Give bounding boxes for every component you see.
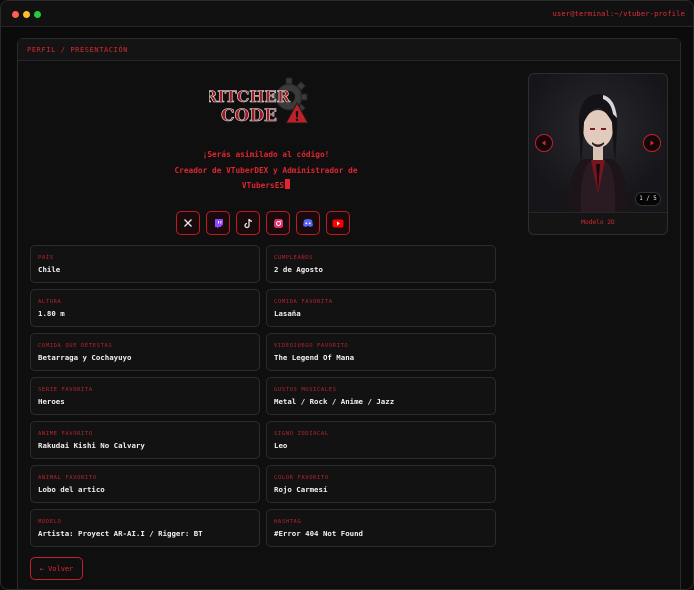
- info-card-favorite-food: COMIDA FAVORITA Lasaña: [266, 289, 496, 327]
- discord-icon: [303, 219, 313, 228]
- logo-warning-mark: !: [294, 110, 300, 125]
- info-card-height: ALTURA 1.80 m: [30, 289, 260, 327]
- card-label: HASHTAG: [274, 519, 302, 525]
- card-label: ALTURA: [38, 299, 62, 305]
- card-label: ANIME FAVORITO: [38, 431, 93, 437]
- tiktok-icon: [243, 218, 252, 228]
- instagram-icon: [273, 218, 283, 228]
- twitch-icon: [214, 218, 223, 228]
- info-card-model: MODELO Artista: Proyect AR-AI.I / Rigger…: [30, 509, 260, 547]
- card-value: Metal / Rock / Anime / Jazz: [274, 397, 395, 406]
- card-label: SIGNO ZODIACAL: [274, 431, 329, 437]
- card-label: GUSTOS MUSICALES: [274, 387, 337, 393]
- card-value: Lobo del artico: [38, 485, 105, 494]
- info-card-zodiac-sign: SIGNO ZODIACAL Leo: [266, 421, 496, 459]
- profile-tagline: ¡Serás asimilado al código! Creador de V…: [151, 147, 381, 194]
- model-counter-badge: 1 / 5: [635, 192, 661, 206]
- card-label: PAÍS: [38, 255, 54, 261]
- instagram-link-button[interactable]: [266, 211, 290, 235]
- card-label: VIDEOJUEGO FAVORITO: [274, 343, 349, 349]
- model-caption: Modelo 2D: [581, 219, 615, 226]
- title-bar: user@terminal:~/vtuber-profile: [1, 1, 693, 27]
- tagline-line-3: VTubersES: [151, 178, 381, 194]
- text-cursor: [285, 179, 291, 189]
- chevron-right-icon: [650, 140, 654, 146]
- ritcher-code-logo: RITCHER CODE !: [209, 77, 309, 126]
- panel-title: PERFIL / PRESENTACIÓN: [27, 46, 129, 54]
- card-label: MODELO: [38, 519, 62, 525]
- back-button[interactable]: ← Volver: [30, 557, 83, 580]
- card-label: COMIDA QUE DETESTAS: [38, 343, 113, 349]
- model-image: 1 / 5: [529, 74, 667, 213]
- close-window-dot[interactable]: [12, 11, 19, 18]
- card-value: Betarraga y Cochayuyo: [38, 353, 132, 362]
- info-card-birthday: CUMPLEAÑOS 2 de Agosto: [266, 245, 496, 283]
- twitch-link-button[interactable]: [206, 211, 230, 235]
- card-value: 1.80 m: [38, 309, 65, 318]
- card-value: Rakudai Kishi No Calvary: [38, 441, 145, 450]
- card-value: 2 de Agosto: [274, 265, 323, 274]
- logo-text-line1: RITCHER: [209, 87, 291, 106]
- youtube-icon: [332, 219, 344, 227]
- info-card-country: PAÍS Chile: [30, 245, 260, 283]
- info-card-favorite-game: VIDEOJUEGO FAVORITO The Legend Of Mana: [266, 333, 496, 371]
- card-value: The Legend Of Mana: [274, 353, 355, 362]
- card-label: COLOR FAVORITO: [274, 475, 329, 481]
- card-value: Heroes: [38, 397, 65, 406]
- card-label: CUMPLEAÑOS: [274, 255, 314, 261]
- discord-link-button[interactable]: [296, 211, 320, 235]
- panel-header: PERFIL / PRESENTACIÓN: [18, 39, 680, 61]
- minimize-window-dot[interactable]: [23, 11, 30, 18]
- card-value: Rojo Carmesí: [274, 485, 328, 494]
- info-card-hashtag: HASHTAG #Error 404 Not Found: [266, 509, 496, 547]
- info-card-music-tastes: GUSTOS MUSICALES Metal / Rock / Anime / …: [266, 377, 496, 415]
- card-value: Chile: [38, 265, 61, 274]
- tagline-line-1: ¡Serás asimilado al código!: [202, 150, 330, 159]
- x-link-button[interactable]: [176, 211, 200, 235]
- tagline-line-2: Creador de VTuberDEX y Administrador de: [174, 165, 358, 175]
- card-value: Leo: [274, 441, 288, 450]
- info-card-favorite-animal: ANIMAL FAVORITO Lobo del artico: [30, 465, 260, 503]
- previous-model-button[interactable]: [535, 134, 553, 152]
- card-label: ANIMAL FAVORITO: [38, 475, 97, 481]
- next-model-button[interactable]: [643, 134, 661, 152]
- info-card-favorite-anime: ANIME FAVORITO Rakudai Kishi No Calvary: [30, 421, 260, 459]
- info-card-hated-food: COMIDA QUE DETESTAS Betarraga y Cochayuy…: [30, 333, 260, 371]
- card-label: SERIE FAVORITA: [38, 387, 93, 393]
- card-value: Lasaña: [274, 309, 301, 318]
- model-gallery-card: 1 / 5 Modelo 2D: [528, 73, 668, 235]
- card-value: Artista: Proyect AR-AI.I / Rigger: BT: [38, 529, 203, 538]
- youtube-link-button[interactable]: [326, 211, 350, 235]
- info-card-favorite-color: COLOR FAVORITO Rojo Carmesí: [266, 465, 496, 503]
- tiktok-link-button[interactable]: [236, 211, 260, 235]
- logo-text-line2: CODE: [221, 106, 277, 126]
- maximize-window-dot[interactable]: [34, 11, 41, 18]
- terminal-window: user@terminal:~/vtuber-profile PERFIL / …: [0, 0, 694, 590]
- terminal-path: user@terminal:~/vtuber-profile: [552, 10, 685, 18]
- x-icon: [184, 219, 192, 227]
- card-value: #Error 404 Not Found: [274, 529, 363, 538]
- info-card-favorite-series: SERIE FAVORITA Heroes: [30, 377, 260, 415]
- card-label: COMIDA FAVORITA: [274, 299, 333, 305]
- chevron-left-icon: [542, 140, 546, 146]
